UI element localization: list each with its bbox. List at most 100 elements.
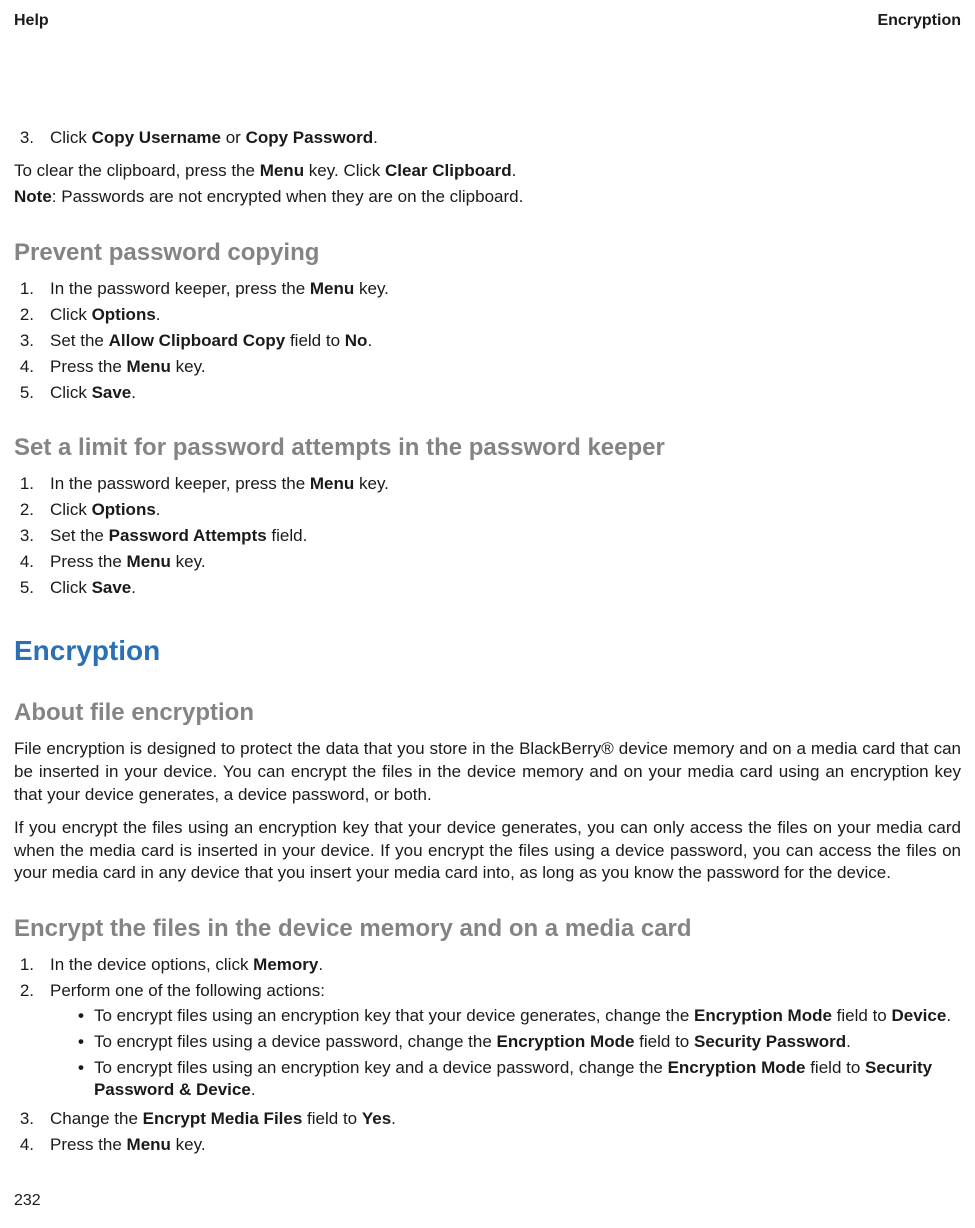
steps-continuation: 3. Click Copy Username or Copy Password. bbox=[14, 127, 961, 150]
bold-text: Clear Clipboard bbox=[385, 161, 512, 180]
bullet-text: To encrypt files using an encryption key… bbox=[94, 1005, 951, 1028]
step-number: 3. bbox=[14, 1108, 34, 1131]
text: To encrypt files using an encryption key… bbox=[94, 1058, 668, 1077]
text: In the password keeper, press the bbox=[50, 279, 310, 298]
bullet-item: To encrypt files using a device password… bbox=[78, 1031, 961, 1054]
text: field to bbox=[302, 1109, 362, 1128]
text: Click bbox=[50, 383, 92, 402]
text: key. bbox=[171, 552, 206, 571]
text: In the device options, click bbox=[50, 955, 253, 974]
bold-text: Copy Password bbox=[246, 128, 374, 147]
text: Click bbox=[50, 128, 92, 147]
step-2: 2.Click Options. bbox=[14, 304, 961, 327]
bold-text: No bbox=[345, 331, 368, 350]
step-text: Click Save. bbox=[50, 382, 961, 405]
step-1: 1.In the password keeper, press the Menu… bbox=[14, 473, 961, 496]
text: . bbox=[251, 1080, 256, 1099]
step-number: 1. bbox=[14, 473, 34, 496]
step-text: Perform one of the following actions: To… bbox=[50, 980, 961, 1106]
note-label: Note bbox=[14, 187, 52, 206]
text: field to bbox=[285, 331, 345, 350]
steps-prevent: 1. In the password keeper, press the Menu… bbox=[14, 278, 961, 405]
step-number: 5. bbox=[14, 382, 34, 405]
heading-about-file-encryption: About file encryption bbox=[14, 697, 961, 729]
bold-text: Security Password bbox=[694, 1032, 846, 1051]
clipboard-note: Note: Passwords are not encrypted when t… bbox=[14, 186, 961, 209]
step-4: 4. Press the Menu key. bbox=[14, 1134, 961, 1157]
clipboard-clear: To clear the clipboard, press the Menu k… bbox=[14, 160, 961, 183]
step-number: 4. bbox=[14, 356, 34, 379]
bold-text: Options bbox=[92, 305, 156, 324]
step-1: 1. In the password keeper, press the Menu… bbox=[14, 278, 961, 301]
step-number: 1. bbox=[14, 954, 34, 977]
text: Click bbox=[50, 578, 92, 597]
bullet-list: To encrypt files using an encryption key… bbox=[78, 1005, 961, 1103]
text: . bbox=[512, 161, 517, 180]
bold-text: Save bbox=[92, 383, 132, 402]
step-5: 5.Click Save. bbox=[14, 577, 961, 600]
step-number: 4. bbox=[14, 551, 34, 574]
text: field. bbox=[267, 526, 308, 545]
step-2: 2. Perform one of the following actions:… bbox=[14, 980, 961, 1106]
step-text: In the device options, click Memory. bbox=[50, 954, 961, 977]
text: . bbox=[846, 1032, 851, 1051]
step-text: Click Options. bbox=[50, 304, 961, 327]
step-3: 3.Set the Password Attempts field. bbox=[14, 525, 961, 548]
bold-text: Encrypt Media Files bbox=[143, 1109, 303, 1128]
text: key. bbox=[171, 357, 206, 376]
text: . bbox=[946, 1006, 951, 1025]
note-text: : Passwords are not encrypted when they … bbox=[52, 187, 524, 206]
bold-text: Copy Username bbox=[92, 128, 221, 147]
step-2: 2.Click Options. bbox=[14, 499, 961, 522]
bullet-text: To encrypt files using a device password… bbox=[94, 1031, 851, 1054]
bold-text: Allow Clipboard Copy bbox=[109, 331, 286, 350]
step-3: 3. Click Copy Username or Copy Password. bbox=[14, 127, 961, 150]
text: Change the bbox=[50, 1109, 143, 1128]
step-text: In the password keeper, press the Menu k… bbox=[50, 278, 961, 301]
step-text: Set the Allow Clipboard Copy field to No… bbox=[50, 330, 961, 353]
text: Click bbox=[50, 500, 92, 519]
text: Press the bbox=[50, 357, 127, 376]
step-text: Press the Menu key. bbox=[50, 1134, 961, 1157]
bold-text: Menu bbox=[260, 161, 304, 180]
step-number: 3. bbox=[14, 330, 34, 353]
step-4: 4. Press the Menu key. bbox=[14, 551, 961, 574]
step-number: 3. bbox=[14, 127, 34, 150]
text: To encrypt files using an encryption key… bbox=[94, 1006, 694, 1025]
text: . bbox=[391, 1109, 396, 1128]
text: or bbox=[221, 128, 246, 147]
bold-text: Encryption Mode bbox=[668, 1058, 806, 1077]
step-number: 1. bbox=[14, 278, 34, 301]
text: Press the bbox=[50, 1135, 127, 1154]
bold-text: Menu bbox=[127, 552, 171, 571]
text: . bbox=[131, 578, 136, 597]
bold-text: Encryption Mode bbox=[497, 1032, 635, 1051]
text: . bbox=[373, 128, 378, 147]
step-text: Press the Menu key. bbox=[50, 356, 961, 379]
bold-text: Menu bbox=[127, 357, 171, 376]
text: field to bbox=[832, 1006, 892, 1025]
bold-text: Menu bbox=[310, 279, 354, 298]
step-1: 1. In the device options, click Memory. bbox=[14, 954, 961, 977]
bold-text: Options bbox=[92, 500, 156, 519]
step-text: Click Copy Username or Copy Password. bbox=[50, 127, 961, 150]
steps-encrypt-files: 1. In the device options, click Memory. 2… bbox=[14, 954, 961, 1158]
about-encryption-p1: File encryption is designed to protect t… bbox=[14, 738, 961, 807]
step-3: 3. Change the Encrypt Media Files field t… bbox=[14, 1108, 961, 1131]
step-number: 4. bbox=[14, 1134, 34, 1157]
header-left: Help bbox=[14, 10, 49, 32]
step-4: 4. Press the Menu key. bbox=[14, 356, 961, 379]
text: . bbox=[156, 500, 161, 519]
step-5: 5. Click Save. bbox=[14, 382, 961, 405]
text: . bbox=[131, 383, 136, 402]
step-text: Press the Menu key. bbox=[50, 551, 961, 574]
steps-limit: 1.In the password keeper, press the Menu… bbox=[14, 473, 961, 600]
text: Perform one of the following actions: bbox=[50, 981, 325, 1000]
page-number: 232 bbox=[14, 1190, 41, 1212]
bold-text: Yes bbox=[362, 1109, 391, 1128]
text: . bbox=[318, 955, 323, 974]
bold-text: Password Attempts bbox=[109, 526, 267, 545]
bold-text: Device bbox=[892, 1006, 947, 1025]
header-right: Encryption bbox=[877, 10, 961, 32]
page-header: Help Encryption bbox=[14, 10, 961, 32]
